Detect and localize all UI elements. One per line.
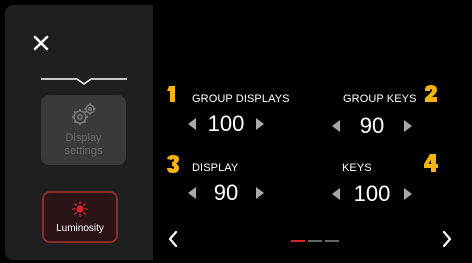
luminosity-label: Luminosity bbox=[56, 222, 104, 234]
triangle-left-icon bbox=[332, 120, 340, 132]
page-indicator bbox=[291, 240, 339, 242]
keys-label: KEYS bbox=[342, 162, 372, 174]
display-value: 90 bbox=[213, 180, 239, 205]
close-icon bbox=[33, 35, 49, 51]
increase-button[interactable] bbox=[403, 119, 413, 133]
page-dot bbox=[308, 240, 322, 242]
display-settings-button[interactable]: Display settings bbox=[41, 95, 126, 165]
triangle-left-icon bbox=[188, 187, 196, 199]
group-displays-label: GROUP DISPLAYS bbox=[192, 93, 290, 105]
triangle-right-icon bbox=[256, 118, 264, 130]
increase-button[interactable] bbox=[255, 186, 265, 200]
group-displays-stepper: 100 bbox=[187, 110, 265, 138]
triangle-left-icon bbox=[188, 118, 196, 130]
chevron-left-icon bbox=[168, 231, 178, 247]
badge-2-icon bbox=[425, 85, 437, 102]
decrease-button[interactable] bbox=[331, 187, 341, 201]
sidebar: Display settings Luminosity bbox=[5, 5, 153, 260]
luminosity-button[interactable]: Luminosity bbox=[42, 191, 118, 243]
sidebar-divider bbox=[41, 78, 127, 85]
display-label: DISPLAY bbox=[192, 162, 239, 174]
badge-1-icon bbox=[167, 86, 175, 102]
keys-value: 100 bbox=[353, 181, 391, 206]
group-displays-value: 100 bbox=[207, 111, 245, 136]
group-keys-value: 90 bbox=[359, 113, 385, 138]
decrease-button[interactable] bbox=[187, 117, 197, 131]
group-keys-stepper: 90 bbox=[331, 112, 413, 140]
increase-button[interactable] bbox=[403, 187, 413, 201]
badge-4-icon bbox=[424, 154, 438, 172]
sun-icon bbox=[72, 200, 88, 217]
next-page-button[interactable] bbox=[440, 229, 454, 249]
page-dot-active bbox=[291, 240, 305, 242]
triangle-right-icon bbox=[404, 188, 412, 200]
decrease-button[interactable] bbox=[331, 119, 341, 133]
previous-page-button[interactable] bbox=[166, 229, 180, 249]
page-dot bbox=[325, 240, 339, 242]
badge-3-icon bbox=[167, 155, 179, 173]
triangle-left-icon bbox=[332, 188, 340, 200]
group-keys-label: GROUP KEYS bbox=[343, 93, 417, 105]
chevron-right-icon bbox=[442, 231, 452, 247]
device-screen: Display settings Luminosity GROUP DISPLA… bbox=[5, 5, 468, 260]
keys-stepper: 100 bbox=[331, 180, 413, 208]
triangle-right-icon bbox=[404, 120, 412, 132]
triangle-right-icon bbox=[256, 187, 264, 199]
display-stepper: 90 bbox=[187, 179, 265, 207]
increase-button[interactable] bbox=[255, 117, 265, 131]
close-button[interactable] bbox=[31, 33, 51, 53]
gears-icon bbox=[71, 103, 95, 125]
display-settings-label: Display settings bbox=[64, 132, 103, 157]
decrease-button[interactable] bbox=[187, 186, 197, 200]
